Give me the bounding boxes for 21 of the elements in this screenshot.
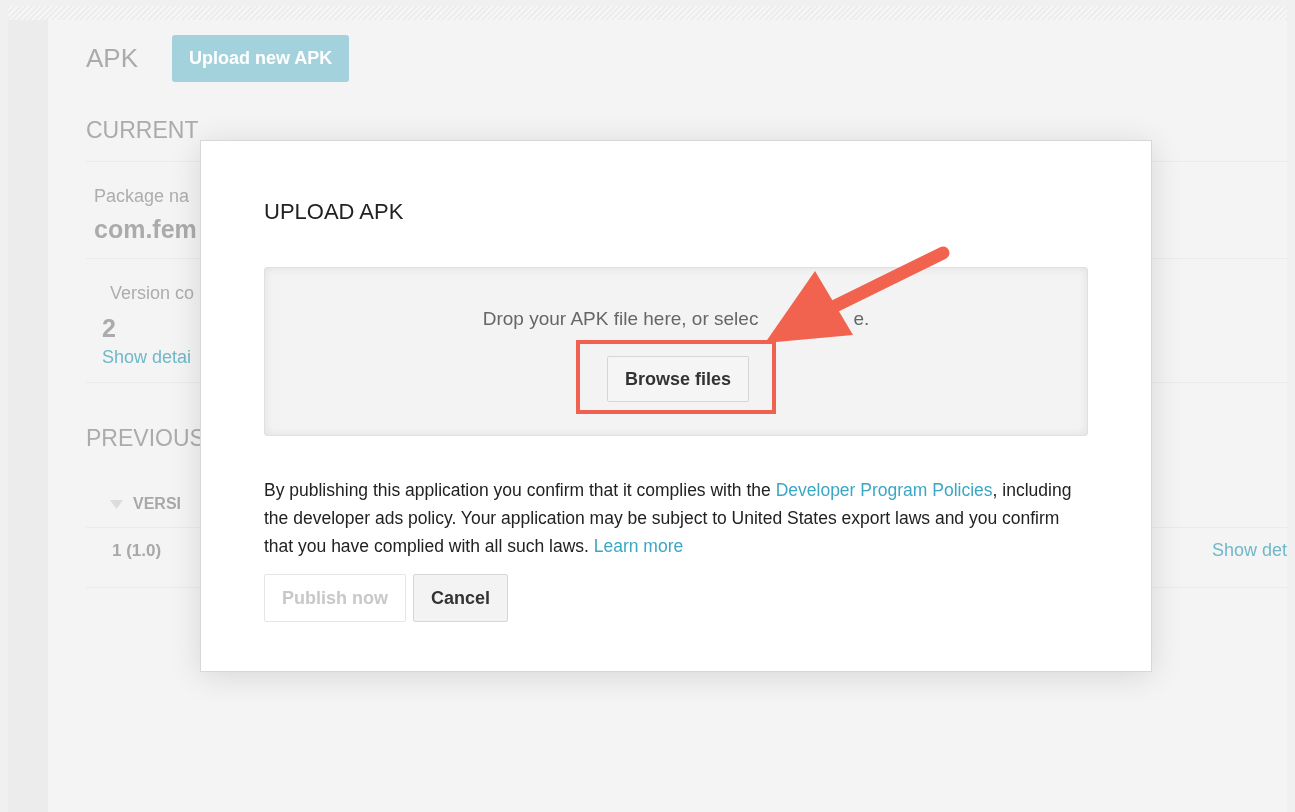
section-heading: PREVIOUS — [86, 425, 206, 453]
show-details-link[interactable]: Show det — [1211, 540, 1287, 561]
section-heading: CURRENT — [86, 117, 200, 145]
column-header: VERSI — [133, 495, 181, 513]
drop-zone[interactable]: Drop your APK file here, or selec e. Browse files — [264, 267, 1088, 436]
field-label: Version co — [109, 283, 195, 304]
policy-notice: By publishing this application you confirm that it complies with the Developer Program Policies, including the developer ads policy. Your application may be subject to United States export laws and you confirm that you have complied with all such laws. Learn more — [264, 479, 1073, 558]
dialog-title: UPLOAD APK — [264, 199, 405, 226]
field-label: Package na — [93, 186, 191, 207]
cancel-button[interactable]: Cancel — [413, 574, 509, 622]
browse-files-button[interactable]: Browse files — [606, 356, 749, 402]
table-cell: 1 (1.0) — [112, 540, 162, 561]
show-details-link[interactable]: Show detai — [102, 347, 192, 368]
policy-link[interactable]: Developer Program Policies — [775, 480, 993, 500]
drop-instruction: Drop your APK file here, or selec — [482, 308, 759, 330]
version-code: 2 — [102, 314, 116, 343]
policy-link[interactable]: Learn more — [593, 536, 684, 556]
drop-instruction: e. — [853, 308, 870, 330]
page-title: APK — [86, 42, 139, 74]
package-name: com.fem — [93, 215, 198, 244]
caret-icon[interactable] — [110, 499, 123, 509]
